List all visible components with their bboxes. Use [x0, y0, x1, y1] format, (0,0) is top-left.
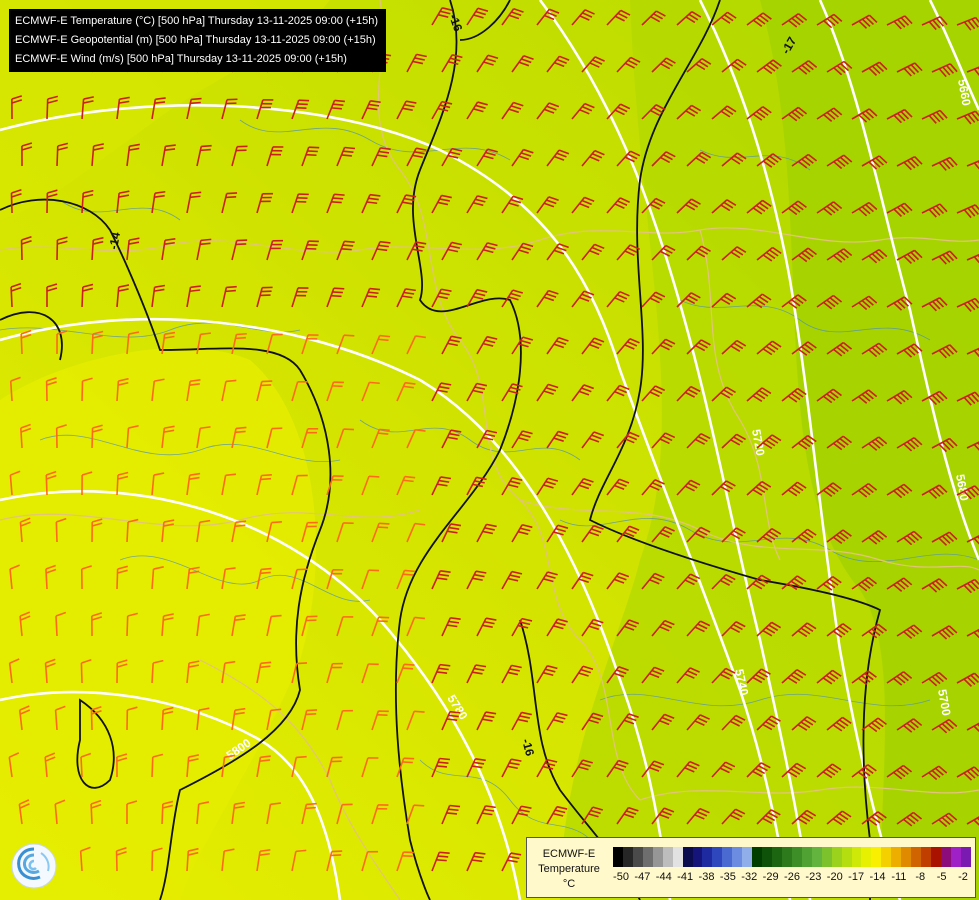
map-title-box: ECMWF-E Temperature (°C) [500 hPa] Thurs… [9, 9, 386, 72]
legend-swatch [712, 847, 723, 867]
legend-swatch [911, 847, 922, 867]
legend-swatch [801, 847, 812, 867]
legend-tick-label: -20 [826, 871, 843, 883]
legend-swatch [921, 847, 931, 867]
legend-swatch [841, 847, 852, 867]
legend-tick-label: -41 [677, 871, 694, 883]
legend-swatch [652, 847, 663, 867]
legend-color-scale [613, 847, 971, 867]
legend-swatch [632, 847, 643, 867]
legend-swatch [791, 847, 802, 867]
legend-tick-label: -35 [719, 871, 736, 883]
legend-swatch [960, 847, 971, 867]
legend-swatch [851, 847, 862, 867]
legend-swatch [811, 847, 822, 867]
legend-swatch [762, 847, 772, 867]
legend-swatch [871, 847, 882, 867]
legend-tick-label: -32 [741, 871, 758, 883]
legend-ticks: -50 -47 -44 -41 -38 -35 -32 -29 -26 -23 -20 -17 -14-… [613, 871, 971, 887]
legend-tick-label: -23 [805, 871, 822, 883]
legend-tick-label: -29 [762, 871, 779, 883]
legend-tick-label: -14 [869, 871, 886, 883]
legend-swatch [732, 847, 743, 867]
legend-tick-label: -50 [613, 871, 629, 883]
legend-tick-label: -5 [936, 871, 947, 883]
title-temperature: ECMWF-E Temperature (°C) [500 hPa] Thurs… [15, 15, 378, 27]
legend-swatch [861, 847, 872, 867]
temperature-legend: ECMWF-E Temperature °C -50 -47 -44 -41 -38 -3… [526, 837, 976, 898]
legend-tick-label: -2 [958, 871, 968, 883]
legend-tick-label: -38 [698, 871, 715, 883]
legend-swatch [950, 847, 961, 867]
legend-tick-label: -47 [634, 871, 651, 883]
legend-swatch [881, 847, 892, 867]
legend-swatch [702, 847, 713, 867]
legend-tick-label: -17 [848, 871, 865, 883]
legend-swatch [931, 847, 941, 867]
legend-tick-label: -8 [915, 871, 926, 883]
legend-swatch [722, 847, 733, 867]
legend-tick-label: -11 [891, 871, 907, 883]
legend-swatch [821, 847, 832, 867]
legend-swatch [752, 847, 763, 867]
legend-swatch [672, 847, 683, 867]
legend-swatch [772, 847, 782, 867]
legend-swatch [692, 847, 703, 867]
legend-swatch [642, 847, 653, 867]
legend-swatch [901, 847, 912, 867]
legend-swatch [742, 847, 753, 867]
legend-swatch [622, 847, 633, 867]
legend-swatch [891, 847, 902, 867]
legend-swatch [781, 847, 792, 867]
legend-swatch [682, 847, 693, 867]
legend-swatch [831, 847, 842, 867]
legend-swatch [662, 847, 673, 867]
ecmwf-swirl-icon [11, 843, 57, 889]
legend-tick-label: -44 [655, 871, 672, 883]
legend-tick-label: -26 [784, 871, 800, 883]
weather-map: 5660 5720 5680 5740 5700 5780 5800 -16 -… [0, 0, 979, 900]
legend-swatch [613, 847, 623, 867]
title-wind: ECMWF-E Wind (m/s) [500 hPa] Thursday 13… [15, 53, 347, 65]
legend-title: ECMWF-E Temperature °C [538, 848, 600, 890]
legend-swatch [940, 847, 951, 867]
title-geopotential: ECMWF-E Geopotential (m) [500 hPa] Thurs… [15, 34, 376, 46]
